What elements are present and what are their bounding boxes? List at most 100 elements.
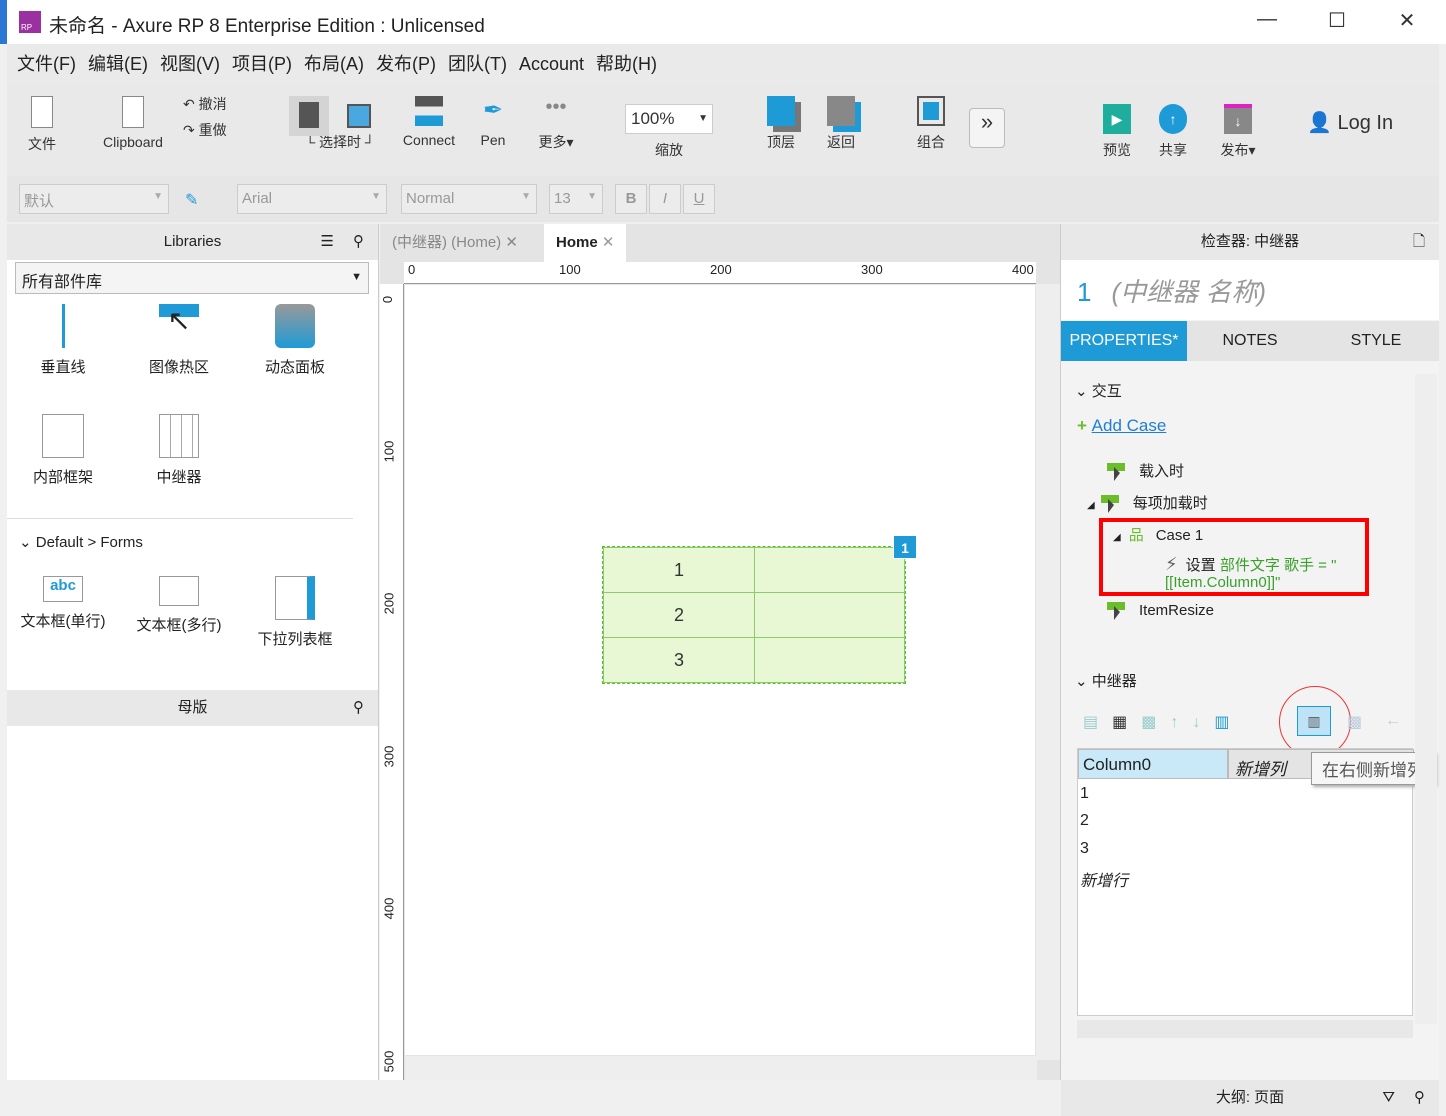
publish-button[interactable]: ↓ 发布▾ <box>1213 104 1263 160</box>
tab-notes[interactable]: NOTES <box>1187 321 1313 361</box>
move-up-icon[interactable]: ↑ <box>1170 714 1192 731</box>
menu-help[interactable]: 帮助(H) <box>596 44 657 84</box>
connect-button[interactable]: Connect <box>397 96 461 148</box>
add-column-left-icon[interactable]: ▥ <box>1214 714 1243 731</box>
send-to-back-button[interactable]: 返回 <box>819 96 863 152</box>
grid-horizontal-scrollbar[interactable] <box>1077 1020 1413 1038</box>
repeater-section-header[interactable]: ⌄ 中继器 <box>1075 670 1137 691</box>
search-icon[interactable]: ⚲ <box>1414 1080 1425 1116</box>
menu-project[interactable]: 项目(P) <box>232 44 292 84</box>
menu-bar: 文件(F) 编辑(E) 视图(V) 项目(P) 布局(A) 发布(P) 团队(T) Accou… <box>7 44 1439 84</box>
data-row[interactable]: 3 <box>1080 840 1089 858</box>
preview-button[interactable]: ▶ 预览 <box>1097 104 1137 160</box>
repeater-widget[interactable]: 1 2 3 1 <box>602 535 917 684</box>
widget-text-area[interactable]: 文本框(多行) <box>129 576 229 635</box>
selection-mode[interactable]: └ 选择时 ┘ <box>285 96 395 152</box>
style-edit-icon[interactable]: ✎ <box>185 190 198 210</box>
close-icon[interactable]: ✕ <box>505 234 518 251</box>
page-icon[interactable]: 🗋 <box>1413 224 1425 260</box>
size-select[interactable]: 13 ▼ <box>549 184 603 214</box>
close-icon[interactable]: ✕ <box>602 234 615 251</box>
widget-label: 内部框架 <box>32 469 93 486</box>
widget-vertical-line[interactable]: 垂直线 <box>13 304 113 377</box>
menu-view[interactable]: 视图(V) <box>160 44 220 84</box>
menu-team[interactable]: 团队(T) <box>448 44 507 84</box>
share-button[interactable]: ↑ 共享 <box>1153 104 1193 160</box>
event-onitemload[interactable]: ◢ 每项加载时 <box>1087 492 1208 514</box>
underline-button[interactable]: U <box>683 184 715 214</box>
add-row[interactable]: 新增行 <box>1080 867 1128 891</box>
zoom-select[interactable]: 100% ▼ 缩放 <box>625 104 713 160</box>
event-itemresize[interactable]: ItemResize <box>1107 602 1214 621</box>
minimize-button[interactable]: — <box>1247 8 1287 31</box>
forms-section-header[interactable]: ⌄ Default > Forms <box>7 518 353 565</box>
bring-to-front-button[interactable]: 顶层 <box>759 96 803 152</box>
tab-properties[interactable]: PROPERTIES* <box>1061 321 1187 361</box>
delete-row-icon[interactable]: ▩ <box>1141 714 1170 731</box>
widget-hotspot[interactable]: ↖ 图像热区 <box>129 304 229 377</box>
masters-title: 母版 <box>177 699 208 716</box>
hotspot-icon: ↖ <box>159 304 199 348</box>
page-canvas[interactable]: 1 2 3 1 <box>405 285 1035 1055</box>
close-button[interactable]: ✕ <box>1387 8 1427 33</box>
menu-account[interactable]: Account <box>519 44 584 84</box>
file-button[interactable]: 文件 <box>17 96 67 154</box>
widget-droplist[interactable]: 下拉列表框 <box>245 576 345 649</box>
widget-label: 动态面板 <box>264 359 325 376</box>
bold-button[interactable]: B <box>615 184 647 214</box>
menu-publish[interactable]: 发布(P) <box>376 44 436 84</box>
style-select[interactable]: 默认 ▼ <box>19 184 169 214</box>
data-row[interactable]: 2 <box>1080 812 1089 830</box>
horizontal-scrollbar[interactable] <box>405 1056 1037 1080</box>
add-row-below-icon[interactable]: ▦ <box>1112 714 1141 731</box>
delete-column-icon[interactable]: ▩ <box>1347 712 1362 732</box>
clipboard-button[interactable]: Clipboard <box>93 96 173 150</box>
menu-edit[interactable]: 编辑(E) <box>88 44 148 84</box>
data-row[interactable]: 1 <box>1080 785 1089 803</box>
masters-header: 母版 ⚲ <box>7 690 378 726</box>
chevron-down-icon: ▼ <box>351 271 362 283</box>
redo-button[interactable]: ↷ 重做 <box>183 120 227 140</box>
filter-icon[interactable]: ⛛ <box>1382 1080 1395 1116</box>
inspector-scrollbar[interactable] <box>1415 374 1437 1024</box>
column-header[interactable]: Column0 <box>1078 749 1228 779</box>
add-row-above-icon[interactable]: ▤ <box>1083 714 1112 731</box>
overflow-chevron-icon[interactable]: » <box>969 108 1005 148</box>
undo-icon: ↶ <box>183 96 199 112</box>
widget-name-field[interactable]: 1 (中继器 名称) <box>1061 260 1439 320</box>
vertical-scrollbar[interactable] <box>1036 284 1060 1060</box>
weight-select[interactable]: Normal ▼ <box>401 184 537 214</box>
expand-triangle-icon: ◢ <box>1087 500 1095 511</box>
search-icon[interactable]: ⚲ <box>353 224 364 260</box>
add-case-link[interactable]: + Add Case <box>1077 416 1166 436</box>
widget-inline-frame[interactable]: 内部框架 <box>13 414 113 487</box>
arrow-left-icon[interactable]: ← <box>1385 712 1401 730</box>
tab-repeater-home[interactable]: (中继器) (Home) ✕ <box>380 224 530 262</box>
menu-icon[interactable]: ☰ <box>321 224 334 260</box>
widget-repeater[interactable]: 中继器 <box>129 414 229 487</box>
font-select[interactable]: Arial ▼ <box>237 184 387 214</box>
widget-text-field[interactable]: abc 文本框(单行) <box>13 576 113 631</box>
group-icon <box>917 96 945 126</box>
group-button[interactable]: 组合 <box>909 96 953 152</box>
undo-button[interactable]: ↶ 撤消 <box>183 94 227 114</box>
login-button[interactable]: 👤 Log In <box>1307 110 1393 135</box>
action-item[interactable]: ⚡ 设置 部件文字 歌手 = "[[Item.Column0]]" <box>1165 555 1365 591</box>
maximize-button[interactable]: ☐ <box>1317 8 1357 33</box>
publish-label: 发布▾ <box>1220 142 1256 158</box>
interactions-section-header[interactable]: ⌄ 交互 <box>1075 380 1122 401</box>
menu-arrange[interactable]: 布局(A) <box>304 44 364 84</box>
case-item[interactable]: ◢ 品 Case 1 <box>1113 524 1203 545</box>
tab-home[interactable]: Home ✕ <box>544 224 627 262</box>
event-onload[interactable]: 载入时 <box>1107 460 1184 482</box>
menu-file[interactable]: 文件(F) <box>17 44 76 84</box>
widget-dynamic-panel[interactable]: 动态面板 <box>245 304 345 377</box>
search-icon[interactable]: ⚲ <box>353 690 364 726</box>
italic-button[interactable]: I <box>649 184 681 214</box>
library-select[interactable]: 所有部件库 ▼ <box>15 262 369 294</box>
share-label: 共享 <box>1159 142 1187 158</box>
more-button[interactable]: ••• 更多▾ <box>531 96 581 152</box>
move-down-icon[interactable]: ↓ <box>1192 714 1214 731</box>
tab-style[interactable]: STYLE <box>1313 321 1439 361</box>
pen-button[interactable]: ✒ Pen <box>473 96 513 148</box>
